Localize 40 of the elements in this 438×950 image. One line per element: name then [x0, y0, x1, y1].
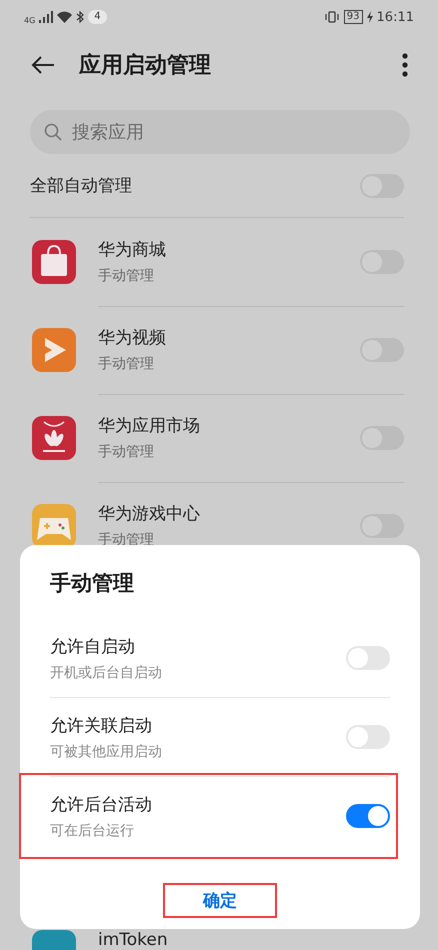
vibrate-icon	[324, 11, 340, 23]
notification-count: 4	[88, 10, 107, 24]
search-field[interactable]: 搜索应用	[30, 110, 410, 154]
charging-icon	[366, 11, 373, 23]
app-name: 华为游戏中心	[98, 503, 200, 525]
app-status: 手动管理	[98, 267, 155, 285]
back-arrow-icon[interactable]	[31, 55, 55, 75]
app-name: 华为应用市场	[98, 415, 200, 437]
option-label: 允许关联启动	[50, 714, 153, 736]
battery-level: 93	[344, 10, 363, 24]
gamepad-icon[interactable]	[32, 504, 76, 548]
toggle-switch[interactable]	[346, 804, 390, 828]
app-name: imToken	[98, 930, 168, 950]
clock-time: 16:11	[376, 10, 414, 24]
confirm-button[interactable]: 确定	[163, 883, 277, 918]
dialog-title: 手动管理	[50, 570, 135, 597]
shopping-bag-icon[interactable]	[32, 240, 76, 284]
app-status: 手动管理	[98, 531, 155, 549]
more-options-icon[interactable]	[402, 53, 408, 77]
app-status: 手动管理	[98, 355, 155, 373]
setting-label: 全部自动管理	[30, 175, 132, 197]
page-title: 应用启动管理	[79, 52, 212, 80]
wifi-icon	[57, 11, 72, 23]
app-name: 华为商城	[98, 239, 166, 261]
option-label: 允许自启动	[50, 636, 136, 658]
signal-icon	[39, 11, 54, 23]
bluetooth-icon	[76, 11, 84, 23]
option-hint: 可在后台运行	[50, 822, 135, 840]
option-label: 允许后台活动	[50, 794, 152, 816]
app-name: 华为视频	[98, 327, 166, 349]
toggle-switch[interactable]	[346, 646, 390, 670]
option-hint: 可被其他应用启动	[50, 742, 162, 760]
flower-icon[interactable]	[32, 416, 76, 460]
play-icon[interactable]	[32, 328, 76, 372]
search-input[interactable]: 搜索应用	[70, 120, 396, 144]
app-status: 手动管理	[98, 443, 155, 461]
network-label: 4G	[24, 16, 36, 25]
search-icon	[44, 123, 62, 141]
toggle-switch[interactable]	[346, 725, 390, 749]
option-hint: 开机或后台自启动	[50, 664, 162, 682]
